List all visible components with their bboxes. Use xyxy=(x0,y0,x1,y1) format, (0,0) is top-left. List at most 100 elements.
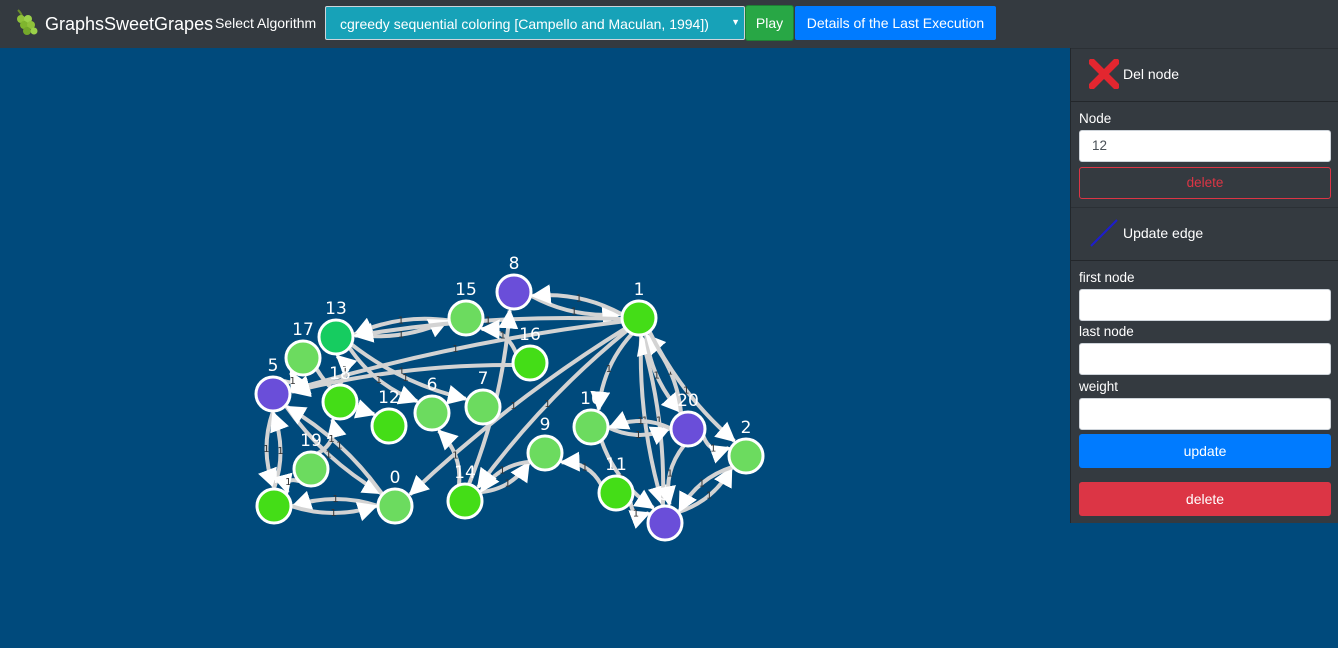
graph-node-5[interactable]: 5 xyxy=(254,356,292,413)
graph-node-8[interactable]: 8 xyxy=(495,254,533,311)
graph-node-7[interactable]: 7 xyxy=(464,369,502,426)
brand[interactable]: GraphsSweetGrapes xyxy=(12,7,214,42)
node-circle[interactable] xyxy=(317,318,355,356)
graph-node-17[interactable]: 17 xyxy=(284,320,322,377)
node-circle[interactable] xyxy=(255,487,293,525)
node-circle[interactable] xyxy=(511,344,549,382)
node-label: 11 xyxy=(605,455,627,475)
edge-weight-label: 1 xyxy=(510,401,516,412)
node-label: 16 xyxy=(519,325,541,345)
update-edge-button[interactable]: update xyxy=(1079,434,1331,468)
update-edge-header: Update edge xyxy=(1071,207,1338,261)
edge-weight-label: 1 xyxy=(285,477,291,488)
node-circle[interactable] xyxy=(254,375,292,413)
select-algorithm-label: Select Algorithm xyxy=(215,15,317,31)
graph-node-19[interactable]: 19 xyxy=(292,431,330,488)
node-circle[interactable] xyxy=(370,407,408,445)
node-circle[interactable] xyxy=(321,383,359,421)
play-button[interactable]: Play xyxy=(745,5,794,41)
edge-weight-label: 1 xyxy=(277,446,283,457)
node-circle[interactable] xyxy=(526,434,564,472)
graph-node-3[interactable]: 3 xyxy=(646,485,684,542)
node-circle[interactable] xyxy=(292,450,330,488)
delete-edge-button[interactable]: delete xyxy=(1079,482,1331,516)
edge-weight-label: 1 xyxy=(635,430,641,441)
edge-weight-label: 1 xyxy=(706,491,712,502)
node-circle[interactable] xyxy=(597,474,635,512)
graph-node-0[interactable]: 0 xyxy=(376,468,414,525)
edge-weight-label: 1 xyxy=(336,441,342,452)
node-circle[interactable] xyxy=(495,273,533,311)
edge-1-10[interactable] xyxy=(590,332,634,412)
delete-node-button[interactable]: delete xyxy=(1079,167,1331,199)
algorithm-selected-value: cgreedy sequential coloring [Campello an… xyxy=(340,16,709,32)
side-panel: Del node Node 12 delete Update edge firs… xyxy=(1070,48,1338,523)
graph-node-14[interactable]: 14 xyxy=(446,463,484,520)
node-field-label: Node xyxy=(1079,111,1112,126)
node-circle[interactable] xyxy=(447,299,485,337)
node-label: 12 xyxy=(378,388,400,408)
edge-weight-label: 1 xyxy=(499,465,505,476)
node-label: 6 xyxy=(427,375,438,395)
graph-node-11[interactable]: 11 xyxy=(597,455,635,512)
graph-canvas[interactable]: 1111111111111111111111111111111111111111… xyxy=(0,48,1070,648)
node-label: 18 xyxy=(329,364,351,384)
first-node-input[interactable] xyxy=(1079,289,1331,321)
node-label: 2 xyxy=(741,418,752,438)
node-input[interactable]: 12 xyxy=(1079,130,1331,162)
node-circle[interactable] xyxy=(413,394,451,432)
del-node-title: Del node xyxy=(1123,66,1180,82)
edge-weight-label: 1 xyxy=(332,494,338,505)
edge-weight-label: 1 xyxy=(328,434,334,445)
weight-input[interactable] xyxy=(1079,398,1331,430)
node-label: 10 xyxy=(580,389,602,409)
top-navbar: GraphsSweetGrapes Select Algorithm cgree… xyxy=(0,0,1338,48)
edge-weight-label: 1 xyxy=(576,293,582,304)
node-circle[interactable] xyxy=(620,299,658,337)
node-circle[interactable] xyxy=(646,504,684,542)
app-title: GraphsSweetGrapes xyxy=(45,13,214,34)
red-x-icon xyxy=(1088,58,1120,94)
edge-3-2[interactable] xyxy=(677,466,734,515)
node-circle[interactable] xyxy=(446,482,484,520)
graph-node-13[interactable]: 13 xyxy=(317,299,355,356)
node-circle[interactable] xyxy=(464,388,502,426)
edge-weight-label: 1 xyxy=(637,416,643,427)
graph-node-1[interactable]: 1 xyxy=(620,280,658,337)
dropdown-caret-icon: ▼ xyxy=(731,17,740,27)
edge-weight-label: 1 xyxy=(290,376,296,387)
node-label: 15 xyxy=(455,280,477,300)
graph-node-9[interactable]: 9 xyxy=(526,415,564,472)
node-circle[interactable] xyxy=(669,410,707,448)
node-circle[interactable] xyxy=(376,487,414,525)
graph-node-2[interactable]: 2 xyxy=(727,418,765,475)
edge-weight-label: 1 xyxy=(710,443,716,454)
graph-node-20[interactable]: 20 xyxy=(669,391,707,448)
edge-weight-label: 1 xyxy=(606,364,612,375)
edge-2-3[interactable] xyxy=(677,464,734,513)
node-label: 0 xyxy=(390,468,401,488)
graph-node-10[interactable]: 10 xyxy=(572,389,610,446)
edge-weight-label: 1 xyxy=(699,478,705,489)
node-label: 7 xyxy=(478,369,489,389)
edge-weight-label: 1 xyxy=(544,399,550,410)
first-node-label: first node xyxy=(1079,270,1135,285)
node-circle[interactable] xyxy=(284,339,322,377)
update-edge-title: Update edge xyxy=(1123,225,1204,241)
last-node-label: last node xyxy=(1079,324,1134,339)
algorithm-select[interactable]: cgreedy sequential coloring [Campello an… xyxy=(325,6,745,40)
node-circle[interactable] xyxy=(727,437,765,475)
edge-weight-label: 1 xyxy=(402,373,408,384)
details-last-execution-button[interactable]: Details of the Last Execution xyxy=(795,6,996,40)
edge-weight-label: 1 xyxy=(330,508,336,519)
node-label: 4 xyxy=(269,468,280,488)
grapes-logo-icon xyxy=(12,7,42,42)
node-circle[interactable] xyxy=(572,408,610,446)
last-node-input[interactable] xyxy=(1079,343,1331,375)
edge-weight-label: 1 xyxy=(452,450,458,461)
node-label: 1 xyxy=(634,280,645,300)
node-label: 3 xyxy=(660,485,671,505)
node-label: 20 xyxy=(677,391,699,411)
graph-node-15[interactable]: 15 xyxy=(447,280,485,337)
edge-line-icon xyxy=(1089,218,1119,253)
